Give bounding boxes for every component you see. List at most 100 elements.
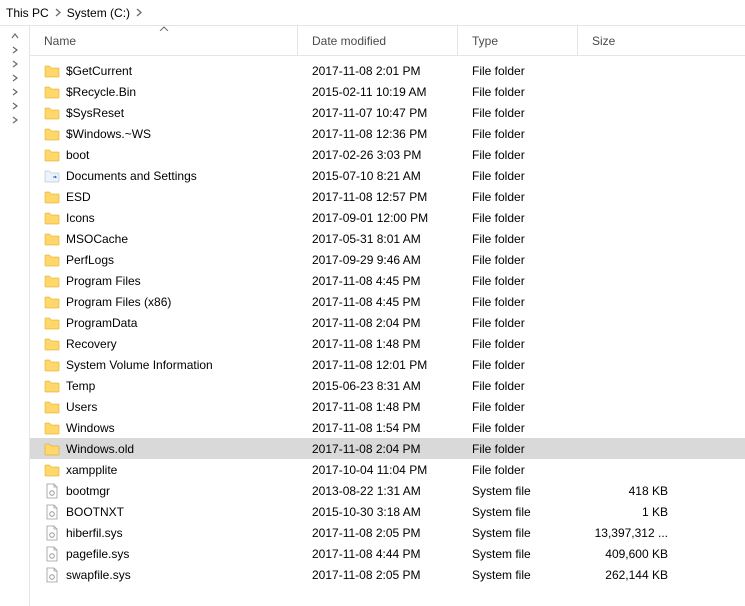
- column-label: Name: [44, 34, 76, 48]
- file-name: Windows.old: [66, 442, 134, 456]
- chevron-right-icon: [55, 8, 61, 17]
- table-row[interactable]: $SysReset2017-11-07 10:47 PMFile folder: [30, 102, 745, 123]
- table-row[interactable]: bootmgr 2013-08-22 1:31 AMSystem file418 …: [30, 480, 745, 501]
- column-header-type[interactable]: Type: [458, 26, 578, 55]
- table-row[interactable]: MSOCache2017-05-31 8:01 AMFile folder: [30, 228, 745, 249]
- file-type: File folder: [458, 295, 578, 309]
- chevron-right-icon[interactable]: [11, 60, 19, 68]
- file-type: System file: [458, 484, 578, 498]
- file-size: 409,600 KB: [578, 547, 678, 561]
- folder-icon: [44, 336, 60, 352]
- breadcrumb-item[interactable]: System (C:): [67, 6, 130, 20]
- file-date: 2017-11-08 4:44 PM: [298, 547, 458, 561]
- file-name: PerfLogs: [66, 253, 114, 267]
- file-name: $GetCurrent: [66, 64, 132, 78]
- chevron-right-icon[interactable]: [11, 46, 19, 54]
- table-row[interactable]: ESD 2017-11-08 12:57 PMFile folder: [30, 186, 745, 207]
- table-row[interactable]: pagefile.sys2017-11-08 4:44 PMSystem fil…: [30, 543, 745, 564]
- folder-icon: [44, 357, 60, 373]
- file-date: 2017-11-08 2:05 PM: [298, 526, 458, 540]
- file-type: System file: [458, 568, 578, 582]
- table-row[interactable]: xampplite2017-10-04 11:04 PMFile folder: [30, 459, 745, 480]
- table-row[interactable]: Program Files2017-11-08 4:45 PMFile fold…: [30, 270, 745, 291]
- file-type: File folder: [458, 148, 578, 162]
- table-row[interactable]: boot2017-02-26 3:03 PMFile folder: [30, 144, 745, 165]
- file-date: 2017-11-07 10:47 PM: [298, 106, 458, 120]
- folder-icon: [44, 378, 60, 394]
- chevron-right-icon: [136, 8, 142, 17]
- table-row[interactable]: $Recycle.Bin2015-02-11 10:19 AMFile fold…: [30, 81, 745, 102]
- file-type: File folder: [458, 190, 578, 204]
- table-row[interactable]: Windows2017-11-08 1:54 PMFile folder: [30, 417, 745, 438]
- file-name: hiberfil.sys: [66, 526, 123, 540]
- file-date: 2017-11-08 12:36 PM: [298, 127, 458, 141]
- file-date: 2017-11-08 12:01 PM: [298, 358, 458, 372]
- column-header-date[interactable]: Date modified: [298, 26, 458, 55]
- table-row[interactable]: Documents and Settings2015-07-10 8:21 AM…: [30, 165, 745, 186]
- file-date: 2013-08-22 1:31 AM: [298, 484, 458, 498]
- folder-icon: [44, 84, 60, 100]
- file-date: 2015-10-30 3:18 AM: [298, 505, 458, 519]
- file-type: File folder: [458, 85, 578, 99]
- file-date: 2017-05-31 8:01 AM: [298, 232, 458, 246]
- table-row[interactable]: swapfile.sys 2017-11-08 2:05 PMSystem fil…: [30, 564, 745, 585]
- chevron-right-icon[interactable]: [11, 102, 19, 110]
- file-name: $Windows.~WS: [66, 127, 151, 141]
- file-type: File folder: [458, 169, 578, 183]
- file-type: System file: [458, 526, 578, 540]
- chevron-right-icon[interactable]: [11, 88, 19, 96]
- file-type: File folder: [458, 358, 578, 372]
- folder-icon: [44, 462, 60, 478]
- file-date: 2017-11-08 2:05 PM: [298, 568, 458, 582]
- file-date: 2017-11-08 2:04 PM: [298, 316, 458, 330]
- folder-icon: [44, 189, 60, 205]
- file-type: File folder: [458, 442, 578, 456]
- table-row[interactable]: Program Files (x86)2017-11-08 4:45 PMFil…: [30, 291, 745, 312]
- column-header-name[interactable]: Name: [30, 26, 298, 55]
- breadcrumb-item[interactable]: This PC: [6, 6, 49, 20]
- file-name: ESD: [66, 190, 91, 204]
- folder-icon: [44, 210, 60, 226]
- table-row[interactable]: hiberfil.sys 2017-11-08 2:05 PMSystem fil…: [30, 522, 745, 543]
- folder-shortcut-icon: [44, 168, 60, 184]
- file-name: pagefile.sys: [66, 547, 129, 561]
- table-row[interactable]: $Windows.~WS 2017-11-08 12:36 PMFile fold…: [30, 123, 745, 144]
- file-size: 418 KB: [578, 484, 678, 498]
- chevron-up-icon[interactable]: [11, 32, 19, 40]
- breadcrumb[interactable]: This PC System (C:): [0, 0, 745, 26]
- file-date: 2015-06-23 8:31 AM: [298, 379, 458, 393]
- system-file-icon: [44, 483, 60, 499]
- chevron-right-icon[interactable]: [11, 74, 19, 82]
- folder-icon: [44, 399, 60, 415]
- table-row[interactable]: Icons2017-09-01 12:00 PMFile folder: [30, 207, 745, 228]
- system-file-icon: [44, 504, 60, 520]
- table-row[interactable]: System Volume Information2017-11-08 12:0…: [30, 354, 745, 375]
- table-row[interactable]: Windows.old2017-11-08 2:04 PMFile folder: [30, 438, 745, 459]
- file-type: File folder: [458, 127, 578, 141]
- system-file-icon: [44, 546, 60, 562]
- table-row[interactable]: $GetCurrent2017-11-08 2:01 PMFile folder: [30, 60, 745, 81]
- column-headers: Name Date modified Type Size: [30, 26, 745, 56]
- file-type: File folder: [458, 211, 578, 225]
- file-date: 2017-11-08 12:57 PM: [298, 190, 458, 204]
- column-header-size[interactable]: Size: [578, 26, 678, 55]
- table-row[interactable]: PerfLogs2017-09-29 9:46 AMFile folder: [30, 249, 745, 270]
- file-name: Documents and Settings: [66, 169, 197, 183]
- file-type: File folder: [458, 106, 578, 120]
- table-row[interactable]: Users2017-11-08 1:48 PMFile folder: [30, 396, 745, 417]
- table-row[interactable]: BOOTNXT2015-10-30 3:18 AMSystem file1 KB: [30, 501, 745, 522]
- file-date: 2017-09-29 9:46 AM: [298, 253, 458, 267]
- folder-icon: [44, 126, 60, 142]
- table-row[interactable]: Recovery2017-11-08 1:48 PMFile folder: [30, 333, 745, 354]
- file-name: swapfile.sys: [66, 568, 131, 582]
- column-label: Date modified: [312, 34, 386, 48]
- column-label: Size: [592, 34, 615, 48]
- table-row[interactable]: ProgramData2017-11-08 2:04 PMFile folder: [30, 312, 745, 333]
- folder-icon: [44, 252, 60, 268]
- tree-collapse-gutter[interactable]: [0, 26, 30, 606]
- table-row[interactable]: Temp2015-06-23 8:31 AMFile folder: [30, 375, 745, 396]
- file-type: File folder: [458, 421, 578, 435]
- file-rows: $GetCurrent2017-11-08 2:01 PMFile folder…: [30, 56, 745, 585]
- file-name: bootmgr: [66, 484, 110, 498]
- chevron-right-icon[interactable]: [11, 116, 19, 124]
